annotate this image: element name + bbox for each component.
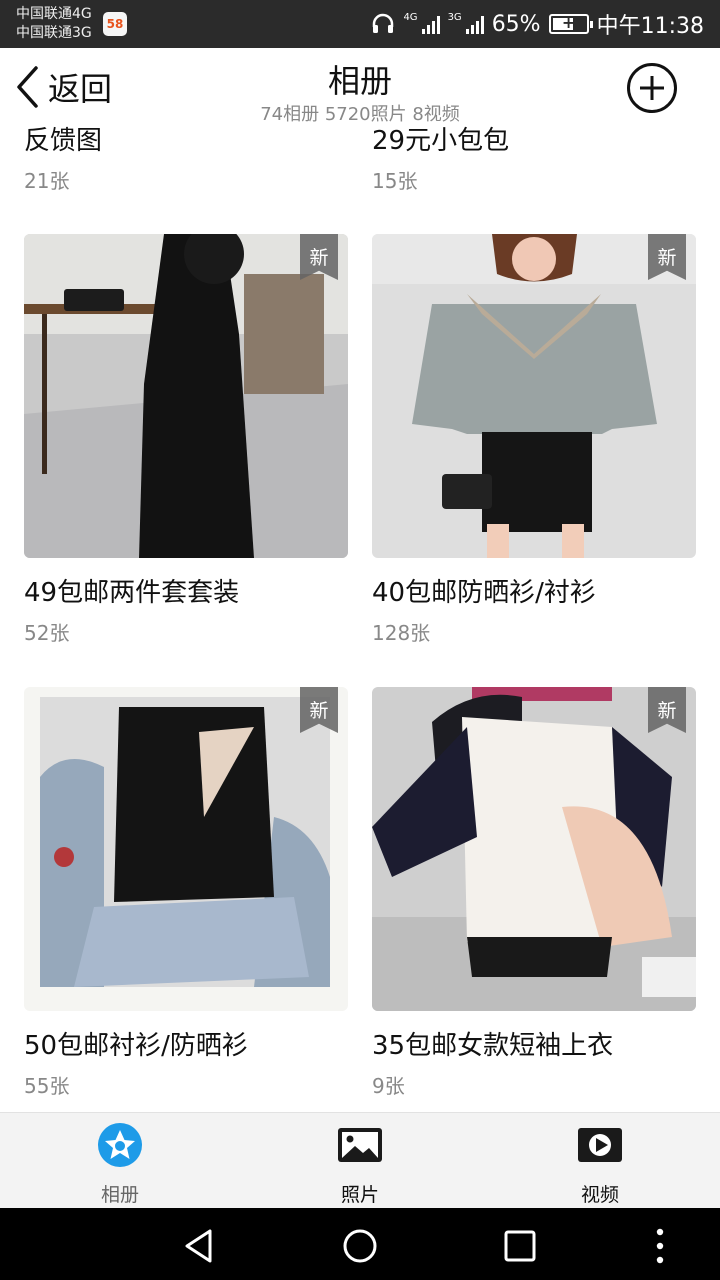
album-card[interactable]: 29元小包包 15张 <box>372 126 696 194</box>
battery-icon: + <box>548 14 593 34</box>
carrier-info: 中国联通4G 中国联通3G <box>16 5 92 43</box>
status-indicators: 4G 3G 65% + 中午11:38 <box>371 0 704 48</box>
tab-label: 照片 <box>340 1184 379 1206</box>
net-3g-label: 3G <box>447 12 462 23</box>
tab-photos[interactable]: 照片 <box>240 1113 480 1209</box>
tab-albums[interactable]: 相册 <box>0 1113 240 1209</box>
carrier-1: 中国联通4G <box>16 6 92 22</box>
album-count: 15张 <box>372 169 418 193</box>
album-count: 55张 <box>24 1074 70 1098</box>
photo-icon <box>338 1128 382 1162</box>
video-play-icon <box>578 1128 622 1162</box>
clock: 中午11:38 <box>596 14 704 39</box>
album-stats: 74相册 5720照片 8视频 <box>260 104 460 125</box>
battery-percent: 65% <box>491 11 541 37</box>
signal-3g-icon <box>465 14 484 34</box>
headset-icon <box>373 13 394 33</box>
system-nav-bar <box>0 1208 720 1280</box>
album-grid[interactable]: 反馈图 21张 29元小包包 15张 新 49包邮两件套套装 52张 新 40包… <box>0 126 720 1112</box>
album-name: 35包邮女款短袖上衣 <box>372 1031 614 1061</box>
album-count: 52张 <box>24 621 70 645</box>
tab-label: 视频 <box>580 1184 619 1206</box>
bottom-tab-bar: 相册 照片 视频 <box>0 1112 720 1208</box>
album-name: 40包邮防晒衫/衬衫 <box>372 578 596 608</box>
circle-home-icon[interactable] <box>340 1226 380 1266</box>
signal-4g-icon <box>421 14 440 34</box>
album-card[interactable]: 35包邮女款短袖上衣 9张 <box>372 1025 696 1099</box>
page-title: 相册 <box>327 62 392 100</box>
tab-label: 相册 <box>100 1184 139 1206</box>
album-cover-image[interactable]: 新 <box>24 234 348 558</box>
album-card[interactable]: 49包邮两件套套装 52张 <box>24 572 348 646</box>
album-name: 50包邮衬衫/防晒衫 <box>24 1031 248 1061</box>
album-count: 128张 <box>372 621 431 645</box>
tab-videos[interactable]: 视频 <box>480 1113 720 1209</box>
square-recents-icon[interactable] <box>500 1226 540 1266</box>
album-name: 49包邮两件套套装 <box>24 578 240 608</box>
album-name: 29元小包包 <box>372 126 510 156</box>
app-58-icon: 58 <box>103 12 127 36</box>
album-cover-image[interactable]: 新 <box>372 234 696 558</box>
album-count: 9张 <box>372 1074 405 1098</box>
album-card[interactable]: 50包邮衬衫/防晒衫 55张 <box>24 1025 348 1099</box>
status-bar: 中国联通4G 中国联通3G 58 4G 3G 65% + 中午11:38 <box>0 0 720 48</box>
album-cover-image[interactable]: 新 <box>24 687 348 1011</box>
vertical-dots-icon[interactable] <box>640 1226 680 1266</box>
app-header: 返回 相册 74相册 5720照片 8视频 <box>0 48 720 126</box>
triangle-back-icon[interactable] <box>180 1226 220 1266</box>
album-cover-image[interactable]: 新 <box>372 687 696 1011</box>
album-star-icon <box>98 1123 142 1167</box>
add-album-button[interactable] <box>627 63 677 113</box>
album-card[interactable]: 反馈图 21张 <box>24 126 348 194</box>
carrier-2: 中国联通3G <box>16 25 92 41</box>
album-name: 反馈图 <box>24 126 103 156</box>
album-card[interactable]: 40包邮防晒衫/衬衫 128张 <box>372 572 696 646</box>
album-count: 21张 <box>24 169 70 193</box>
net-4g-label: 4G <box>403 12 418 23</box>
